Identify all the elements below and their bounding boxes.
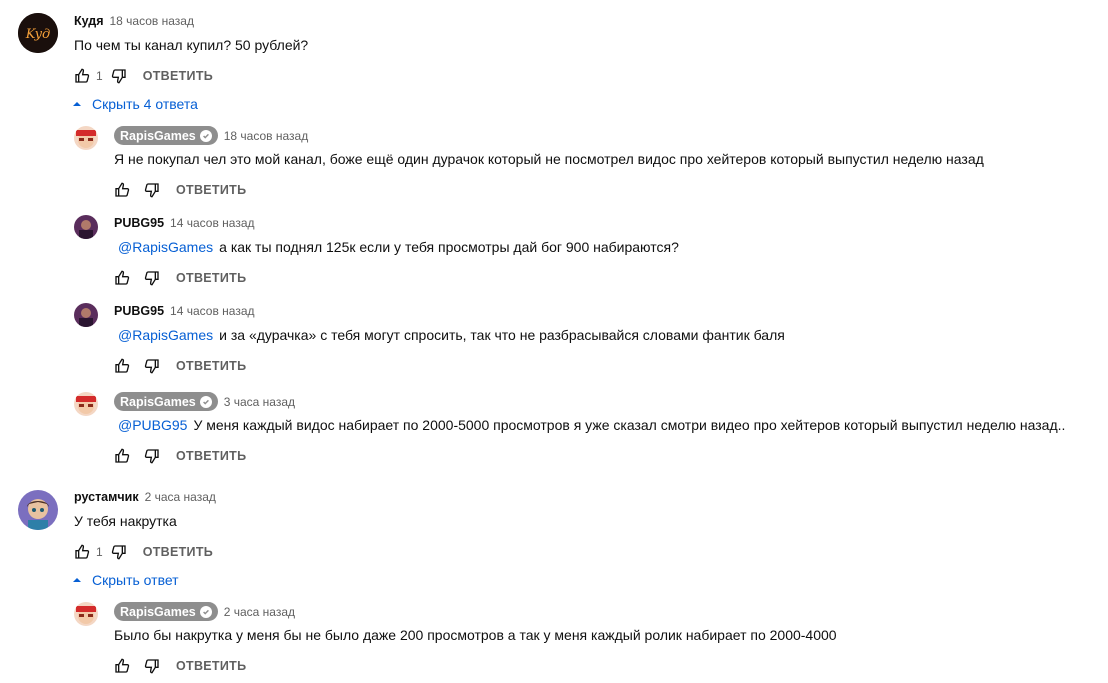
hide-replies-label: Скрыть 4 ответа xyxy=(92,96,198,112)
chevron-up-icon xyxy=(73,102,81,106)
dislike-icon[interactable] xyxy=(109,542,129,562)
comment-header: RapisGames 3 часа назад xyxy=(114,392,295,411)
timestamp[interactable]: 18 часов назад xyxy=(224,129,308,143)
avatar[interactable] xyxy=(74,392,98,416)
like-icon[interactable] xyxy=(112,446,132,466)
dislike-icon[interactable] xyxy=(109,66,129,86)
comment-actions: ОТВЕТИТЬ xyxy=(112,656,246,676)
comment-text: @RapisGames а как ты поднял 125к если у т… xyxy=(118,239,679,255)
avatar[interactable] xyxy=(18,490,58,530)
timestamp[interactable]: 2 часа назад xyxy=(145,490,216,504)
svg-text:Kyд: Kyд xyxy=(25,27,50,42)
comment-actions: ОТВЕТИТЬ xyxy=(112,268,246,288)
reply-button[interactable]: ОТВЕТИТЬ xyxy=(176,449,246,463)
verified-icon xyxy=(199,129,212,142)
chevron-up-icon xyxy=(73,578,81,582)
author-name[interactable]: RapisGames xyxy=(114,126,218,145)
comment-actions: ОТВЕТИТЬ xyxy=(112,180,246,200)
dislike-icon[interactable] xyxy=(142,356,162,376)
comment-text: По чем ты канал купил? 50 рублей? xyxy=(74,37,309,53)
dislike-icon[interactable] xyxy=(142,180,162,200)
comment-header: PUBG95 14 часов назад xyxy=(114,216,255,230)
author-name[interactable]: RapisGames xyxy=(114,392,218,411)
mention-link[interactable]: @RapisGames xyxy=(118,327,213,343)
timestamp[interactable]: 14 часов назад xyxy=(170,304,254,318)
author-name[interactable]: RapisGames xyxy=(114,602,218,621)
verified-icon xyxy=(199,605,212,618)
avatar[interactable] xyxy=(74,303,98,327)
comment-header: RapisGames 2 часа назад xyxy=(114,602,295,621)
comment-text: @RapisGames и за «дурачка» с тебя могут с… xyxy=(118,327,785,343)
like-icon[interactable] xyxy=(112,656,132,676)
author-name[interactable]: рустамчик xyxy=(74,490,139,504)
timestamp[interactable]: 3 часа назад xyxy=(224,395,295,409)
avatar[interactable] xyxy=(74,602,98,626)
comment-text: @PUBG95 У меня каждый видос набирает по 2… xyxy=(118,417,1066,433)
avatar[interactable] xyxy=(74,126,98,150)
comment-header: PUBG95 14 часов назад xyxy=(114,304,255,318)
comment-actions: 1 ОТВЕТИТЬ xyxy=(72,542,213,562)
like-icon[interactable] xyxy=(72,66,92,86)
hide-replies-label: Скрыть ответ xyxy=(92,572,179,588)
avatar[interactable] xyxy=(74,215,98,239)
mention-link[interactable]: @RapisGames xyxy=(118,239,213,255)
hide-replies-button[interactable]: Скрыть ответ xyxy=(72,572,179,588)
author-name[interactable]: PUBG95 xyxy=(114,304,164,318)
comment-text: Было бы накрутка у меня бы не было даже … xyxy=(114,627,837,643)
author-name[interactable]: Кудя xyxy=(74,14,104,28)
mention-link[interactable]: @PUBG95 xyxy=(118,417,187,433)
comment-header: RapisGames 18 часов назад xyxy=(114,126,308,145)
hide-replies-button[interactable]: Скрыть 4 ответа xyxy=(72,96,198,112)
like-icon[interactable] xyxy=(112,268,132,288)
comment-header: Кудя 18 часов назад xyxy=(74,14,194,28)
avatar[interactable]: Kyд xyxy=(18,13,58,53)
author-name[interactable]: PUBG95 xyxy=(114,216,164,230)
comment-actions: ОТВЕТИТЬ xyxy=(112,446,246,466)
comment-actions: ОТВЕТИТЬ xyxy=(112,356,246,376)
reply-button[interactable]: ОТВЕТИТЬ xyxy=(176,183,246,197)
reply-button[interactable]: ОТВЕТИТЬ xyxy=(143,545,213,559)
like-icon[interactable] xyxy=(72,542,92,562)
timestamp[interactable]: 18 часов назад xyxy=(110,14,194,28)
reply-button[interactable]: ОТВЕТИТЬ xyxy=(176,359,246,373)
reply-button[interactable]: ОТВЕТИТЬ xyxy=(176,659,246,673)
timestamp[interactable]: 2 часа назад xyxy=(224,605,295,619)
comment-actions: 1 ОТВЕТИТЬ xyxy=(72,66,213,86)
like-icon[interactable] xyxy=(112,356,132,376)
comment-header: рустамчик 2 часа назад xyxy=(74,490,216,504)
like-count: 1 xyxy=(96,69,103,83)
dislike-icon[interactable] xyxy=(142,446,162,466)
like-count: 1 xyxy=(96,545,103,559)
like-icon[interactable] xyxy=(112,180,132,200)
comment-text: У тебя накрутка xyxy=(74,513,177,529)
dislike-icon[interactable] xyxy=(142,268,162,288)
reply-button[interactable]: ОТВЕТИТЬ xyxy=(176,271,246,285)
comment-text: Я не покупал чел это мой канал, боже ещё… xyxy=(114,151,984,167)
timestamp[interactable]: 14 часов назад xyxy=(170,216,254,230)
verified-icon xyxy=(199,395,212,408)
reply-button[interactable]: ОТВЕТИТЬ xyxy=(143,69,213,83)
dislike-icon[interactable] xyxy=(142,656,162,676)
